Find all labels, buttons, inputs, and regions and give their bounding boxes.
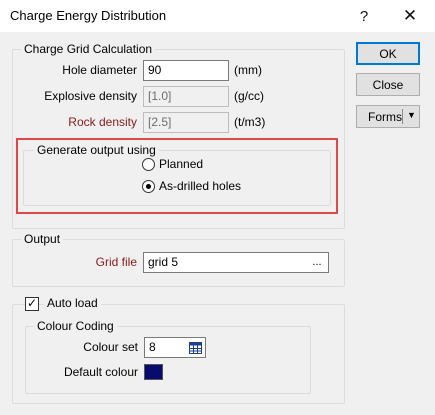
window-title: Charge Energy Distribution bbox=[10, 8, 167, 23]
default-colour-swatch[interactable] bbox=[144, 364, 163, 380]
radio-planned-label: Planned bbox=[159, 157, 204, 171]
radio-planned[interactable]: Planned bbox=[142, 157, 203, 171]
forms-button-label: Forms bbox=[368, 109, 402, 124]
generate-output-legend: Generate output using bbox=[34, 143, 159, 157]
grid-file-label: Grid file bbox=[95, 255, 137, 269]
grid-file-input[interactable]: grid 5 ... bbox=[143, 252, 329, 273]
output-legend: Output bbox=[21, 232, 64, 246]
explosive-density-unit: (g/cc) bbox=[234, 89, 264, 103]
title-bar: Charge Energy Distribution ? ✕ bbox=[0, 0, 435, 32]
grid-file-browse-button[interactable]: ... bbox=[307, 254, 327, 271]
forms-divider bbox=[402, 109, 403, 124]
auto-load-label[interactable]: Auto load bbox=[44, 296, 101, 310]
forms-button[interactable]: Forms ▼ bbox=[356, 105, 420, 128]
hole-diameter-unit: (mm) bbox=[234, 63, 262, 77]
auto-load-group: ✓ Auto load Colour Coding Colour set 8 D… bbox=[12, 296, 345, 404]
hole-diameter-label: Hole diameter bbox=[62, 63, 137, 77]
explosive-density-input[interactable]: [1.0] bbox=[143, 86, 229, 107]
charge-grid-legend: Charge Grid Calculation bbox=[21, 42, 156, 56]
default-colour-label: Default colour bbox=[63, 365, 138, 379]
radio-as-drilled-circle[interactable] bbox=[142, 179, 155, 193]
colour-set-input[interactable]: 8 bbox=[144, 337, 206, 358]
colour-set-label: Colour set bbox=[83, 340, 138, 354]
check-icon: ✓ bbox=[27, 296, 38, 310]
close-button[interactable]: Close bbox=[356, 73, 420, 96]
chevron-down-icon[interactable]: ▼ bbox=[407, 110, 416, 120]
radio-as-drilled[interactable]: As-drilled holes bbox=[142, 179, 241, 193]
output-group: Output Grid file grid 5 ... bbox=[12, 232, 345, 287]
rock-density-input[interactable]: [2.5] bbox=[143, 112, 229, 133]
hole-diameter-input[interactable]: 90 bbox=[143, 60, 229, 81]
close-window-button[interactable]: ✕ bbox=[390, 0, 430, 32]
grid-file-value: grid 5 bbox=[148, 255, 179, 269]
colour-set-value: 8 bbox=[149, 340, 156, 354]
colour-coding-group: Colour Coding Colour set 8 Default colou… bbox=[25, 319, 311, 394]
radio-as-drilled-label: As-drilled holes bbox=[159, 179, 242, 193]
auto-load-checkbox[interactable]: ✓ bbox=[25, 296, 39, 311]
explosive-density-label: Explosive density bbox=[44, 89, 137, 103]
colour-coding-legend: Colour Coding bbox=[34, 319, 117, 333]
rock-density-label: Rock density bbox=[68, 115, 137, 129]
help-button[interactable]: ? bbox=[344, 0, 384, 32]
rock-density-unit: (t/m3) bbox=[234, 115, 266, 129]
ok-button[interactable]: OK bbox=[356, 42, 420, 65]
radio-planned-circle[interactable] bbox=[142, 157, 155, 171]
dialog-body: Charge Grid Calculation Hole diameter 90… bbox=[0, 32, 435, 415]
generate-output-group: Generate output using Planned As-drilled… bbox=[23, 143, 331, 206]
colour-set-picker-icon[interactable] bbox=[189, 341, 202, 354]
